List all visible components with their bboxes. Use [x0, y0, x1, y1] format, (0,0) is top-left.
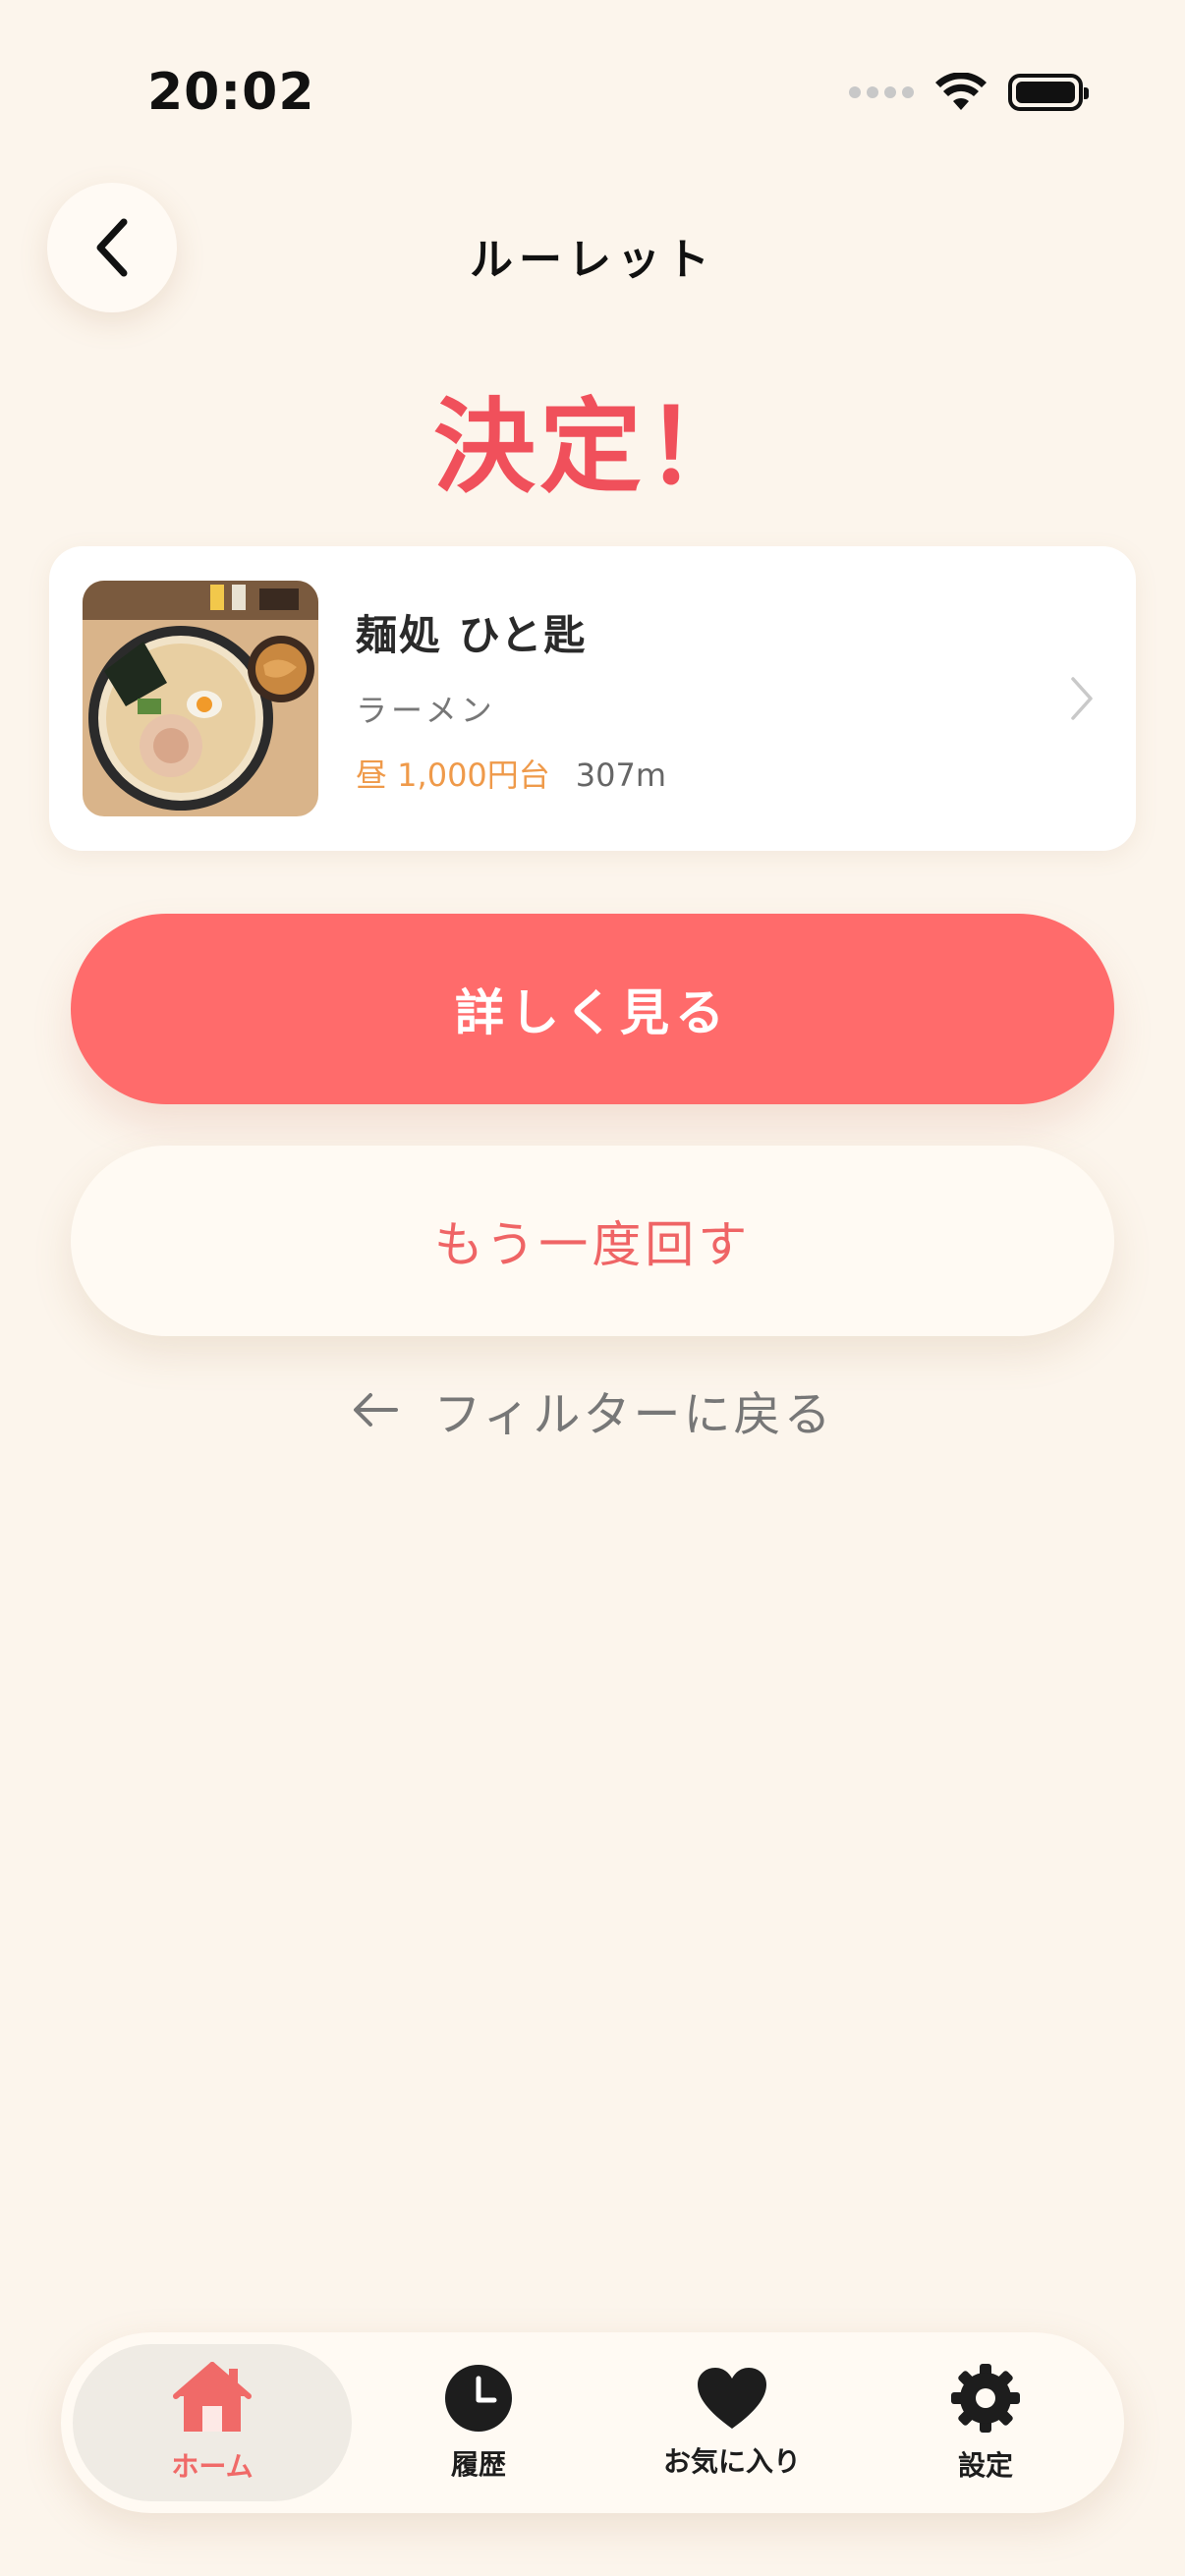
status-indicators — [849, 73, 1089, 112]
result-info: 麺処 ひと匙 ラーメン 昼 1,000円台 307m — [356, 602, 1067, 796]
home-icon — [173, 2362, 252, 2432]
page-title: ルーレット — [470, 235, 715, 285]
decision-heading: 決定！ — [432, 387, 752, 507]
tab-history[interactable]: 履歴 — [352, 2344, 605, 2501]
result-card[interactable]: 麺処 ひと匙 ラーメン 昼 1,000円台 307m — [49, 546, 1136, 851]
view-details-button[interactable]: 詳しく見る — [71, 914, 1114, 1104]
spin-again-button[interactable]: もう一度回す — [71, 1146, 1114, 1336]
battery-icon — [1008, 74, 1089, 111]
gear-icon — [951, 2364, 1020, 2433]
chevron-right-icon — [1071, 677, 1093, 720]
cellular-signal-icon — [849, 86, 914, 98]
heart-icon — [698, 2368, 766, 2429]
tab-settings-label: 設定 — [957, 2449, 1013, 2482]
back-to-filter-link[interactable]: フィルターに戻る — [0, 1375, 1185, 1444]
tab-favorites[interactable]: お気に入り — [605, 2344, 859, 2501]
ramen-photo — [83, 581, 318, 816]
shop-name: 麺処 ひと匙 — [356, 610, 588, 659]
shop-genre: ラーメン — [356, 691, 496, 729]
clock-icon — [445, 2365, 512, 2432]
wifi-icon — [935, 73, 987, 110]
tab-favorites-label: お気に入り — [662, 2445, 801, 2478]
price-range: 昼 1,000円台 — [356, 756, 550, 794]
arrow-left-icon — [354, 1393, 399, 1427]
tab-home-label: ホーム — [171, 2450, 254, 2483]
bottom-tab-bar: ホーム 履歴 お気に入り 設定 — [61, 2332, 1124, 2513]
tab-home[interactable]: ホーム — [73, 2344, 352, 2501]
tab-settings[interactable]: 設定 — [859, 2344, 1112, 2501]
tab-history-label: 履歴 — [450, 2448, 506, 2481]
status-time: 20:02 — [147, 63, 315, 122]
shop-meta: 昼 1,000円台 307m — [356, 751, 1067, 796]
back-to-filter-label: フィルターに戻る — [433, 1387, 834, 1442]
distance: 307m — [575, 756, 667, 794]
